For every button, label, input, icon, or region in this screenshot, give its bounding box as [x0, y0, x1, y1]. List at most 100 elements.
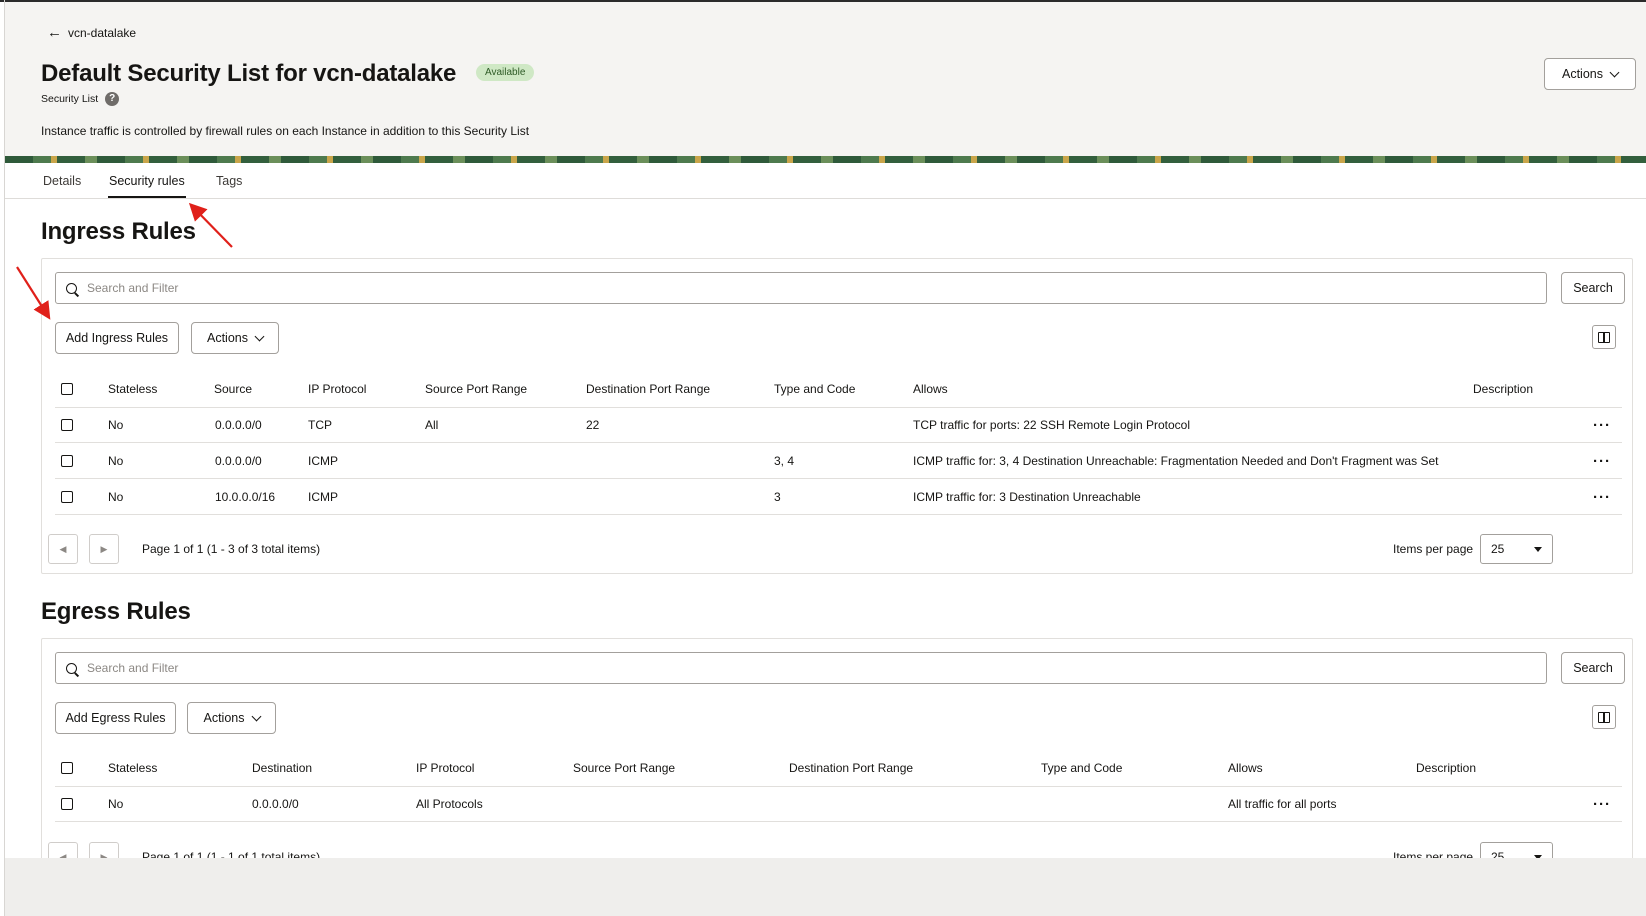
ingress-heading: Ingress Rules — [41, 218, 196, 245]
tab-details[interactable]: Details — [43, 174, 81, 188]
col-destination[interactable]: Destination — [252, 749, 312, 786]
table-row: No 0.0.0.0/0 All Protocols All traffic f… — [55, 787, 1622, 822]
header-actions-button[interactable]: Actions — [1544, 58, 1636, 90]
ingress-actions-button[interactable]: Actions — [191, 322, 279, 354]
add-egress-rules-button[interactable]: Add Egress Rules — [55, 702, 176, 734]
egress-table-header: Stateless Destination IP Protocol Source… — [55, 749, 1622, 787]
col-ip-protocol[interactable]: IP Protocol — [416, 749, 474, 786]
pagination-text: Page 1 of 1 (1 - 3 of 3 total items) — [142, 542, 321, 556]
cell-source: 0.0.0.0/0 — [215, 454, 262, 468]
prev-page-icon[interactable]: ◀ — [48, 534, 78, 564]
egress-search-button[interactable]: Search — [1561, 652, 1625, 684]
ingress-panel: Search and Filter Search Add Ingress Rul… — [41, 258, 1633, 574]
caret-down-icon — [1534, 546, 1542, 552]
add-ingress-rules-button[interactable]: Add Ingress Rules — [55, 322, 179, 354]
cell-source: 0.0.0.0/0 — [215, 418, 262, 432]
egress-actions-label: Actions — [203, 711, 245, 725]
row-checkbox[interactable] — [61, 798, 73, 810]
header-actions-label: Actions — [1562, 67, 1603, 81]
table-row: No 0.0.0.0/0 ICMP 3, 4 ICMP traffic for:… — [55, 444, 1622, 479]
col-type-and-code[interactable]: Type and Code — [774, 370, 855, 407]
ingress-table-header: Stateless Source IP Protocol Source Port… — [55, 370, 1622, 408]
next-page-icon[interactable]: ▶ — [89, 534, 119, 564]
egress-panel: Search and Filter Search Add Egress Rule… — [41, 638, 1633, 881]
row-menu-icon[interactable]: ··· — [1593, 480, 1611, 514]
chevron-down-icon — [251, 711, 261, 721]
footer-area — [5, 858, 1646, 916]
page-title: Default Security List for vcn-datalake — [41, 60, 457, 87]
search-icon — [66, 282, 77, 294]
cell-stateless: No — [108, 418, 124, 432]
col-description[interactable]: Description — [1473, 370, 1533, 407]
col-type-and-code[interactable]: Type and Code — [1041, 749, 1122, 786]
cell-ip-protocol: TCP — [308, 418, 332, 432]
egress-columns-button[interactable] — [1592, 705, 1616, 729]
select-all-checkbox[interactable] — [61, 382, 73, 395]
egress-search-input[interactable]: Search and Filter — [55, 652, 1547, 684]
ingress-search-input[interactable]: Search and Filter — [55, 272, 1547, 304]
col-destination-port-range[interactable]: Destination Port Range — [586, 370, 710, 407]
decorative-banner — [5, 156, 1646, 163]
cell-allows: TCP traffic for ports: 22 SSH Remote Log… — [913, 418, 1191, 432]
cell-ip-protocol: All Protocols — [416, 797, 483, 811]
cell-source: 10.0.0.0/16 — [215, 490, 276, 504]
back-link-label: vcn-datalake — [68, 25, 137, 40]
col-destination-port-range[interactable]: Destination Port Range — [789, 749, 913, 786]
col-description[interactable]: Description — [1416, 749, 1476, 786]
items-per-page-label: Items per page — [1393, 542, 1474, 556]
back-link[interactable]: ← vcn-datalake — [47, 25, 136, 40]
col-allows[interactable]: Allows — [913, 370, 948, 407]
chevron-down-icon — [254, 331, 265, 341]
ingress-columns-button[interactable] — [1592, 325, 1616, 349]
status-badge: Available — [476, 64, 535, 81]
row-menu-icon[interactable]: ··· — [1593, 444, 1611, 478]
col-source-port-range[interactable]: Source Port Range — [573, 749, 675, 786]
cell-stateless: No — [108, 454, 124, 468]
help-icon[interactable]: ? — [105, 92, 120, 106]
columns-icon — [1598, 711, 1610, 723]
egress-search-placeholder: Search and Filter — [87, 661, 179, 675]
col-ip-protocol[interactable]: IP Protocol — [308, 370, 366, 407]
cell-type-and-code: 3, 4 — [774, 454, 795, 468]
cell-ip-protocol: ICMP — [308, 490, 338, 504]
table-row: No 0.0.0.0/0 TCP All 22 TCP traffic for … — [55, 408, 1622, 443]
col-allows[interactable]: Allows — [1228, 749, 1263, 786]
cell-stateless: No — [108, 490, 124, 504]
cell-allows: ICMP traffic for: 3, 4 Destination Unrea… — [913, 454, 1439, 468]
cell-source-port-range: All — [425, 418, 439, 432]
row-menu-icon[interactable]: ··· — [1593, 408, 1611, 442]
row-checkbox[interactable] — [61, 491, 73, 503]
search-icon — [66, 662, 77, 674]
row-menu-icon[interactable]: ··· — [1593, 787, 1611, 821]
cell-allows: ICMP traffic for: 3 Destination Unreacha… — [913, 490, 1141, 504]
ingress-actions-label: Actions — [207, 331, 248, 345]
select-all-checkbox[interactable] — [61, 761, 73, 774]
tab-tags[interactable]: Tags — [216, 174, 242, 188]
col-source-port-range[interactable]: Source Port Range — [425, 370, 527, 407]
row-checkbox[interactable] — [61, 455, 73, 467]
columns-icon — [1598, 331, 1610, 343]
col-source[interactable]: Source — [214, 370, 252, 407]
ingress-pagination: ◀ ▶ Page 1 of 1 (1 - 3 of 3 total items)… — [48, 534, 1628, 568]
items-per-page-value: 25 — [1491, 542, 1505, 556]
resource-type-label: Security List — [41, 93, 99, 105]
cell-ip-protocol: ICMP — [308, 454, 338, 468]
tab-security-rules[interactable]: Security rules — [108, 174, 186, 198]
ingress-search-placeholder: Search and Filter — [87, 281, 179, 295]
items-per-page-select[interactable]: 25 — [1480, 534, 1553, 564]
chevron-down-icon — [1609, 67, 1620, 77]
row-checkbox[interactable] — [61, 419, 73, 431]
egress-heading: Egress Rules — [41, 598, 191, 625]
table-row: No 10.0.0.0/16 ICMP 3 ICMP traffic for: … — [55, 480, 1622, 515]
cell-destination-port-range: 22 — [586, 418, 600, 432]
info-text: Instance traffic is controlled by firewa… — [41, 124, 530, 138]
cell-type-and-code: 3 — [774, 490, 781, 504]
col-stateless[interactable]: Stateless — [108, 370, 157, 407]
cell-stateless: No — [108, 797, 124, 811]
annotation-arrow-tab — [188, 202, 233, 248]
page-subtitle: Security List ? — [41, 92, 120, 106]
col-stateless[interactable]: Stateless — [108, 749, 157, 786]
cell-destination: 0.0.0.0/0 — [252, 797, 299, 811]
egress-actions-button[interactable]: Actions — [187, 702, 276, 734]
ingress-search-button[interactable]: Search — [1561, 272, 1625, 304]
